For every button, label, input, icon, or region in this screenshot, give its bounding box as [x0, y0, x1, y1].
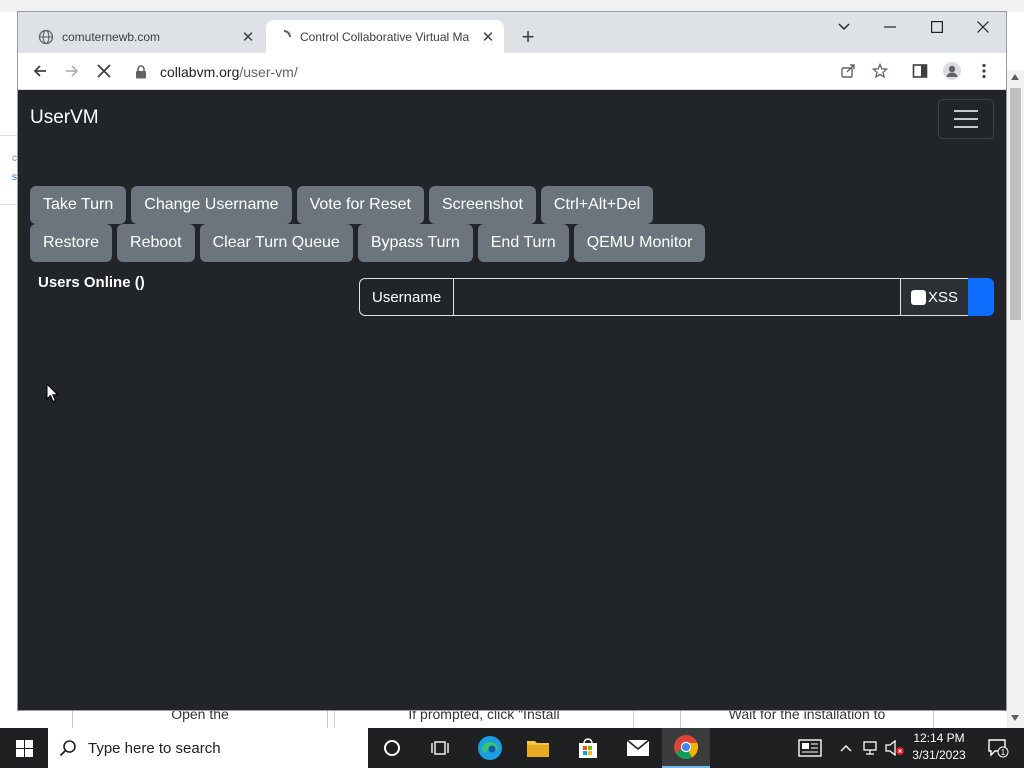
- news-widget-icon[interactable]: [794, 728, 826, 768]
- bookmark-star-icon[interactable]: [866, 57, 894, 85]
- hamburger-line: [954, 126, 978, 128]
- username-label[interactable]: Username: [359, 278, 454, 316]
- lock-icon[interactable]: [134, 64, 148, 79]
- close-tab-icon[interactable]: ✕: [238, 27, 258, 47]
- cortana-icon[interactable]: [368, 728, 416, 768]
- taskbar: Type here to search 12:14 PM 3/31/2023 1: [0, 728, 1024, 768]
- background-tabstrip: [0, 0, 1024, 12]
- menu-kebab-icon[interactable]: [970, 57, 998, 85]
- take-turn-button[interactable]: Take Turn: [30, 186, 127, 224]
- start-button[interactable]: [0, 728, 48, 768]
- reboot-button[interactable]: Reboot: [117, 224, 195, 262]
- vm-controls-row-1: Take Turn Change Username Vote for Reset…: [30, 186, 654, 224]
- xss-label: XSS: [927, 288, 958, 306]
- chat-input-group: Username XSS: [359, 278, 994, 316]
- back-button[interactable]: [26, 57, 54, 85]
- navbar-brand[interactable]: UserVM: [30, 107, 99, 129]
- new-tab-button[interactable]: +: [516, 24, 540, 49]
- address-bar[interactable]: collabvm.org/user-vm/: [126, 57, 896, 86]
- globe-icon: [38, 29, 54, 45]
- vote-for-reset-button[interactable]: Vote for Reset: [296, 186, 424, 224]
- qemu-monitor-button[interactable]: QEMU Monitor: [573, 224, 706, 262]
- edge-browser-icon[interactable]: [466, 728, 514, 768]
- taskbar-clock[interactable]: 12:14 PM 3/31/2023: [904, 730, 974, 766]
- end-turn-button[interactable]: End Turn: [477, 224, 569, 262]
- clear-turn-queue-button[interactable]: Clear Turn Queue: [199, 224, 353, 262]
- background-left-panel: c s: [0, 135, 18, 205]
- mail-icon[interactable]: [614, 728, 662, 768]
- file-explorer-icon[interactable]: [514, 728, 562, 768]
- screenshot-button[interactable]: Screenshot: [428, 186, 536, 224]
- task-view-icon[interactable]: [416, 728, 464, 768]
- loading-spinner-icon: [276, 29, 292, 45]
- send-chat-button[interactable]: [968, 278, 994, 316]
- windows-logo-icon: [15, 739, 33, 757]
- action-center-icon[interactable]: 1: [980, 728, 1016, 768]
- clock-time: 12:14 PM: [913, 731, 965, 745]
- browser-window: comuternewb.com ✕ Control Collaborative …: [18, 12, 1006, 710]
- change-username-button[interactable]: Change Username: [131, 186, 292, 224]
- share-icon[interactable]: [834, 57, 862, 85]
- close-window-button[interactable]: [960, 12, 1006, 42]
- notification-count: 1: [1001, 748, 1006, 757]
- microsoft-store-icon[interactable]: [564, 728, 612, 768]
- browser-toolbar: collabvm.org/user-vm/: [18, 53, 1006, 90]
- taskbar-search-box[interactable]: Type here to search: [48, 728, 368, 768]
- tab-comuternewb[interactable]: comuternewb.com ✕: [28, 20, 264, 53]
- network-icon[interactable]: [860, 728, 882, 768]
- tab-search-chevron-icon[interactable]: [821, 12, 867, 42]
- forward-button[interactable]: [58, 57, 86, 85]
- maximize-button[interactable]: [914, 12, 960, 42]
- xss-toggle[interactable]: XSS: [900, 278, 968, 316]
- hamburger-line: [954, 110, 978, 112]
- background-char: s: [12, 172, 17, 183]
- chrome-taskbar-icon[interactable]: [662, 728, 710, 768]
- minimize-button[interactable]: [867, 12, 913, 42]
- stop-loading-button[interactable]: [90, 57, 118, 85]
- volume-muted-icon[interactable]: [884, 728, 906, 768]
- page-content: UserVM Take Turn Change Username Vote fo…: [18, 90, 1006, 710]
- hamburger-line: [954, 118, 978, 120]
- search-placeholder: Type here to search: [88, 739, 221, 757]
- show-hidden-icons-chevron-icon[interactable]: [836, 728, 856, 768]
- bypass-turn-button[interactable]: Bypass Turn: [357, 224, 473, 262]
- navbar-toggler-button[interactable]: [938, 99, 994, 139]
- ctrl-alt-del-button[interactable]: Ctrl+Alt+Del: [540, 186, 654, 224]
- profile-avatar-icon[interactable]: [938, 57, 966, 85]
- scrollbar-thumb[interactable]: [1010, 88, 1021, 320]
- users-online-heading: Users Online (): [38, 274, 145, 291]
- tab-collabvm[interactable]: Control Collaborative Virtual Ma ✕: [266, 20, 504, 53]
- clock-date: 3/31/2023: [912, 748, 966, 762]
- restore-button[interactable]: Restore: [30, 224, 113, 262]
- tab-title: comuternewb.com: [62, 29, 161, 44]
- close-tab-icon[interactable]: ✕: [478, 27, 498, 47]
- scroll-down-icon[interactable]: [1011, 715, 1019, 721]
- xss-checkbox[interactable]: [910, 289, 926, 305]
- url-host: collabvm.org: [160, 63, 240, 80]
- page-scrollbar[interactable]: [1007, 70, 1024, 728]
- tab-strip: comuternewb.com ✕ Control Collaborative …: [18, 12, 1006, 53]
- vm-controls-row-2: Restore Reboot Clear Turn Queue Bypass T…: [30, 224, 706, 262]
- scroll-up-icon[interactable]: [1011, 74, 1019, 80]
- background-char: c: [12, 153, 17, 164]
- url-path: /user-vm/: [239, 63, 298, 80]
- tab-title: Control Collaborative Virtual Ma: [300, 29, 470, 44]
- chat-message-input[interactable]: [453, 278, 900, 316]
- search-icon: [48, 728, 88, 768]
- side-panel-icon[interactable]: [906, 57, 934, 85]
